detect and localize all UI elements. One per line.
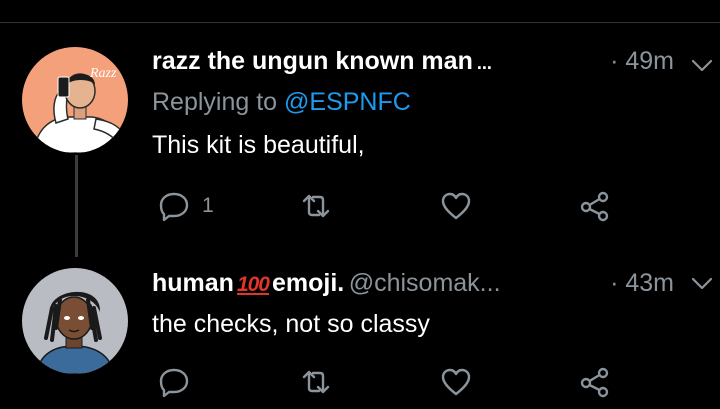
thread-line [75,155,78,257]
share-nodes-icon [580,367,609,398]
avatar-badge-text: Razz [89,66,117,81]
like-button[interactable] [440,366,472,398]
display-name-prefix[interactable]: human [152,269,234,297]
replying-to: Replying to @ESPNFC [152,88,411,117]
timestamp-value[interactable]: 49m [625,47,674,75]
tweet-text: the checks, not so classy [152,310,430,338]
heart-outline-icon [441,192,471,220]
chevron-down-icon[interactable] [690,271,714,295]
user-handle[interactable]: @chisomak... [349,269,501,297]
display-name[interactable]: razz the ungun known man [152,47,473,75]
timestamp[interactable]: · 49m [610,47,674,76]
retweet-arrows-icon [302,194,330,218]
tweet-text: This kit is beautiful, [152,131,365,159]
speech-bubble-icon [159,368,189,398]
like-button[interactable] [440,190,472,222]
share-nodes-icon [580,191,609,222]
name-truncation: ... [476,53,492,73]
share-button[interactable] [579,190,611,222]
avatar-image: Razz [22,47,128,153]
avatar[interactable] [22,268,128,374]
chevron-down-icon[interactable] [690,53,714,77]
separator: · [610,269,619,297]
reply-button[interactable] [158,366,202,398]
display-name-suffix[interactable]: emoji. [272,269,344,297]
separator: · [610,47,619,75]
timestamp-value[interactable]: 43m [625,269,674,297]
retweet-arrows-icon [302,370,330,394]
retweet-button[interactable] [300,366,332,398]
reply-button[interactable]: 1 [158,190,214,222]
replying-prefix: Replying to [152,88,278,116]
tweet-2[interactable]: human 100 emoji. @chisomak... · 43m the ch… [0,268,720,409]
heart-outline-icon [441,368,471,396]
hundred-points-emoji-icon: 100 [236,273,270,296]
timestamp[interactable]: · 43m [610,269,674,298]
top-divider [0,22,720,23]
retweet-button[interactable] [300,190,332,222]
speech-bubble-icon [159,192,189,222]
avatar[interactable]: Razz [22,47,128,153]
share-button[interactable] [579,366,611,398]
avatar-image [22,268,128,374]
mention-link[interactable]: @ESPNFC [284,88,411,116]
tweet-1[interactable]: Razz razz the ungun known man... · 49m R… [0,47,720,257]
reply-count: 1 [202,194,214,217]
